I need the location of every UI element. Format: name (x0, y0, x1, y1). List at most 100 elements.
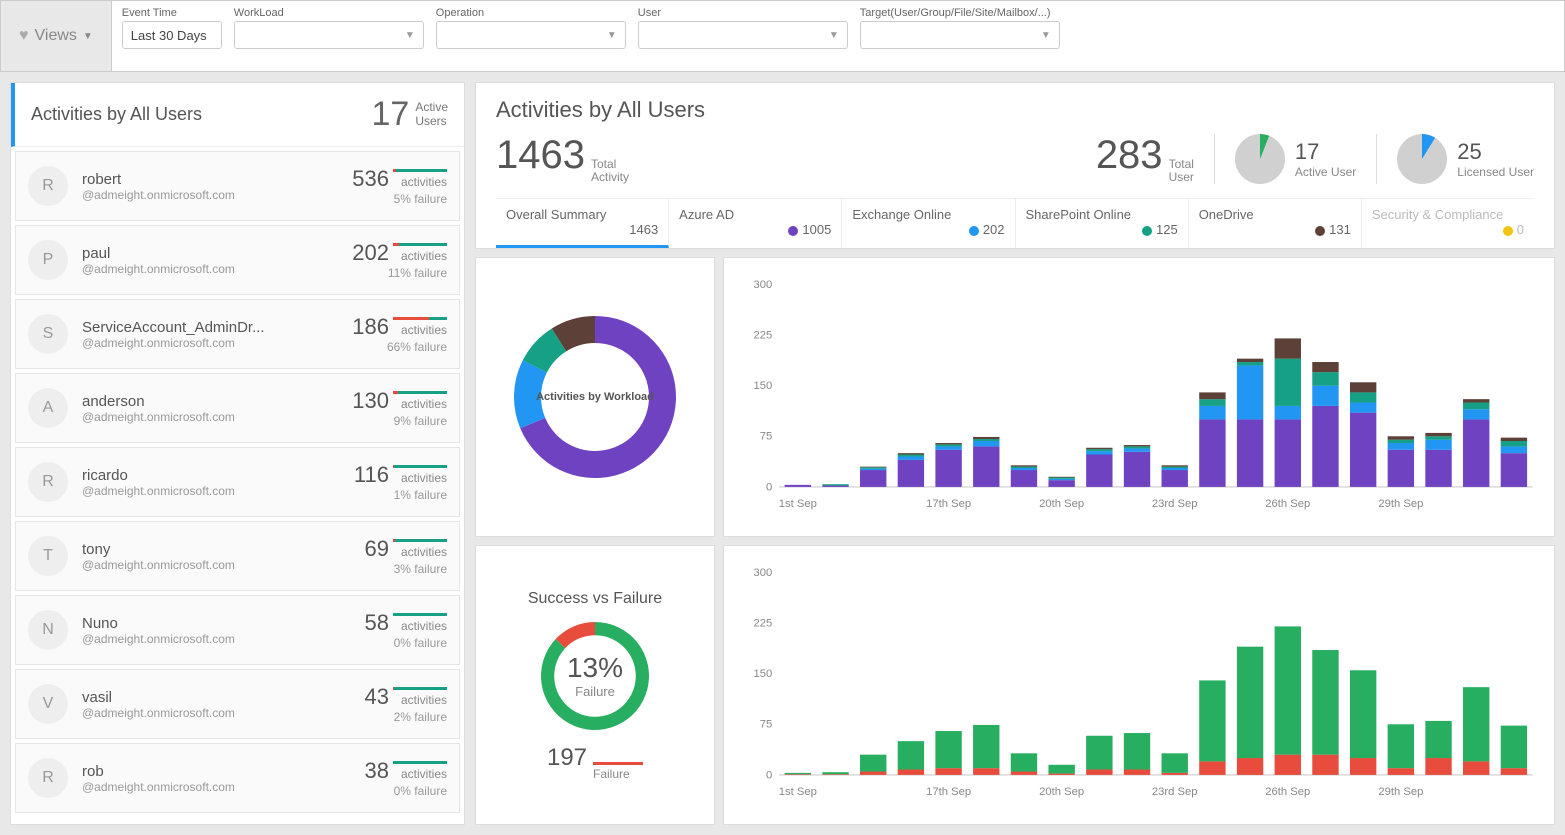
failure-pct: 1% failure (354, 488, 447, 502)
user-domain: @admeight.onmicrosoft.com (82, 188, 352, 202)
activities-label: activities (393, 539, 447, 559)
user-stats: 43 activities 2% failure (365, 684, 447, 724)
chevron-down-icon: ▼ (405, 30, 415, 41)
user-name: rob (82, 763, 365, 780)
user-row[interactable]: S ServiceAccount_AdminDr... @admeight.on… (15, 299, 460, 369)
user-info: ServiceAccount_AdminDr... @admeight.onmi… (82, 319, 352, 350)
views-label: Views (35, 27, 77, 45)
views-button[interactable]: ♥ Views ▼ (1, 1, 112, 71)
licensed-user-metric: 25 Licensed User (1376, 134, 1534, 184)
filter-label: Operation (436, 7, 626, 19)
chevron-down-icon: ▼ (607, 30, 617, 41)
user-name: ServiceAccount_AdminDr... (82, 319, 352, 336)
event-time-select[interactable]: Last 30 Days (122, 21, 222, 49)
heart-icon: ♥ (19, 27, 29, 45)
user-info: anderson @admeight.onmicrosoft.com (82, 393, 352, 424)
licensed-user-pie (1397, 134, 1447, 184)
avatar: T (28, 536, 68, 576)
user-info: Nuno @admeight.onmicrosoft.com (82, 615, 365, 646)
activities-label: activities (393, 243, 447, 263)
user-list[interactable]: R robert @admeight.onmicrosoft.com 536 a… (11, 147, 464, 824)
user-domain: @admeight.onmicrosoft.com (82, 484, 354, 498)
user-row[interactable]: R rob @admeight.onmicrosoft.com 38 activ… (15, 743, 460, 813)
failure-pct: 2% failure (365, 710, 447, 724)
avatar: R (28, 758, 68, 798)
caret-down-icon: ▼ (83, 31, 93, 42)
activities-count: 58 (365, 610, 389, 636)
user-row[interactable]: P paul @admeight.onmicrosoft.com 202 act… (15, 225, 460, 295)
workload-select[interactable]: ▼ (234, 21, 424, 49)
user-info: vasil @admeight.onmicrosoft.com (82, 689, 365, 720)
svf-percent: 13% (567, 652, 623, 684)
active-user-metric: 17 Active User (1214, 134, 1356, 184)
user-row[interactable]: T tony @admeight.onmicrosoft.com 69 acti… (15, 521, 460, 591)
target-select[interactable]: ▼ (860, 21, 1060, 49)
users-panel-header: Activities by All Users 17 Active Users (11, 83, 464, 147)
svf-bar-card: 0751502253001st Sep17th Sep20th Sep23rd … (723, 545, 1555, 825)
svg-text:300: 300 (753, 567, 772, 579)
filter-label: Event Time (122, 7, 222, 19)
activities-label: activities (393, 465, 447, 485)
avatar: A (28, 388, 68, 428)
tab-onedrive[interactable]: OneDrive 131 (1189, 199, 1362, 248)
user-row[interactable]: N Nuno @admeight.onmicrosoft.com 58 acti… (15, 595, 460, 665)
user-domain: @admeight.onmicrosoft.com (82, 706, 365, 720)
tab-exchange-online[interactable]: Exchange Online 202 (842, 199, 1015, 248)
svg-text:75: 75 (760, 431, 773, 443)
activities-count: 116 (354, 462, 389, 488)
chevron-down-icon: ▼ (829, 30, 839, 41)
svf-percent-label: Failure (575, 684, 615, 699)
activities-count: 38 (365, 758, 389, 784)
user-name: robert (82, 171, 352, 188)
filter-label: WorkLoad (234, 7, 424, 19)
activities-label: activities (393, 169, 447, 189)
user-stats: 130 activities 9% failure (352, 388, 447, 428)
svf-bar-chart: 0751502253001st Sep17th Sep20th Sep23rd … (734, 556, 1544, 814)
svg-text:23rd Sep: 23rd Sep (1152, 786, 1198, 798)
tab-overall-summary[interactable]: Overall Summary 1463 (496, 199, 669, 248)
user-stats: 69 activities 3% failure (365, 536, 447, 576)
svg-text:150: 150 (753, 668, 772, 680)
tab-sharepoint-online[interactable]: SharePoint Online 125 (1016, 199, 1189, 248)
tab-azure-ad[interactable]: Azure AD 1005 (669, 199, 842, 248)
toolbar: ♥ Views ▼ Event Time Last 30 Days WorkLo… (0, 0, 1565, 72)
svf-title: Success vs Failure (528, 590, 662, 608)
user-row[interactable]: A anderson @admeight.onmicrosoft.com 130… (15, 373, 460, 443)
user-stats: 58 activities 0% failure (365, 610, 447, 650)
user-select[interactable]: ▼ (638, 21, 848, 49)
svg-text:26th Sep: 26th Sep (1265, 786, 1310, 798)
user-row[interactable]: V vasil @admeight.onmicrosoft.com 43 act… (15, 669, 460, 739)
activities-label: activities (393, 391, 447, 411)
operation-select[interactable]: ▼ (436, 21, 626, 49)
active-users-label: Active Users (415, 101, 448, 127)
workload-tabs: Overall Summary 1463Azure AD 1005Exchang… (496, 198, 1534, 248)
user-name: anderson (82, 393, 352, 410)
svg-text:29th Sep: 29th Sep (1378, 786, 1423, 798)
detail-panel: Activities by All Users 1463 TotalActivi… (475, 82, 1555, 825)
svg-text:75: 75 (760, 719, 773, 731)
active-user-pie (1235, 134, 1285, 184)
summary-card: Activities by All Users 1463 TotalActivi… (475, 82, 1555, 249)
user-row[interactable]: R robert @admeight.onmicrosoft.com 536 a… (15, 151, 460, 221)
avatar: P (28, 240, 68, 280)
svg-text:150: 150 (753, 380, 772, 392)
filter-workload: WorkLoad ▼ (234, 7, 424, 49)
filter-user: User ▼ (638, 7, 848, 49)
user-domain: @admeight.onmicrosoft.com (82, 262, 352, 276)
user-stats: 202 activities 11% failure (352, 240, 447, 280)
svg-text:225: 225 (753, 330, 772, 342)
activities-count: 130 (352, 388, 389, 414)
svg-text:23rd Sep: 23rd Sep (1152, 499, 1198, 511)
user-row[interactable]: R ricardo @admeight.onmicrosoft.com 116 … (15, 447, 460, 517)
filter-operation: Operation ▼ (436, 7, 626, 49)
svg-text:1st Sep: 1st Sep (779, 786, 817, 798)
svf-donut-card: Success vs Failure 13% Failure 197 Failu… (475, 545, 715, 825)
svg-text:0: 0 (766, 769, 772, 781)
workload-bar-chart: 0751502253001st Sep17th Sep20th Sep23rd … (734, 268, 1544, 526)
user-stats: 38 activities 0% failure (365, 758, 447, 798)
svg-text:0: 0 (766, 482, 772, 494)
failure-pct: 11% failure (352, 266, 447, 280)
avatar: V (28, 684, 68, 724)
activities-label: activities (393, 317, 447, 337)
workload-donut-card: Activities by Workload (475, 257, 715, 537)
